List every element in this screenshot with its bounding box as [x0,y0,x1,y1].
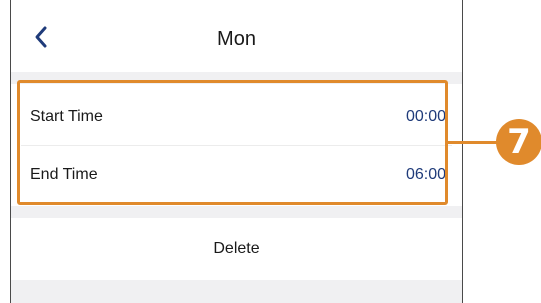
step-number-badge: 7 [496,119,541,165]
page-title: Mon [217,28,256,50]
delete-label: Delete [213,240,260,257]
delete-button[interactable]: Delete [11,218,462,280]
top-bar: Mon [11,0,462,72]
callout-highlight-box [17,80,448,205]
callout-connector-line [448,141,500,144]
